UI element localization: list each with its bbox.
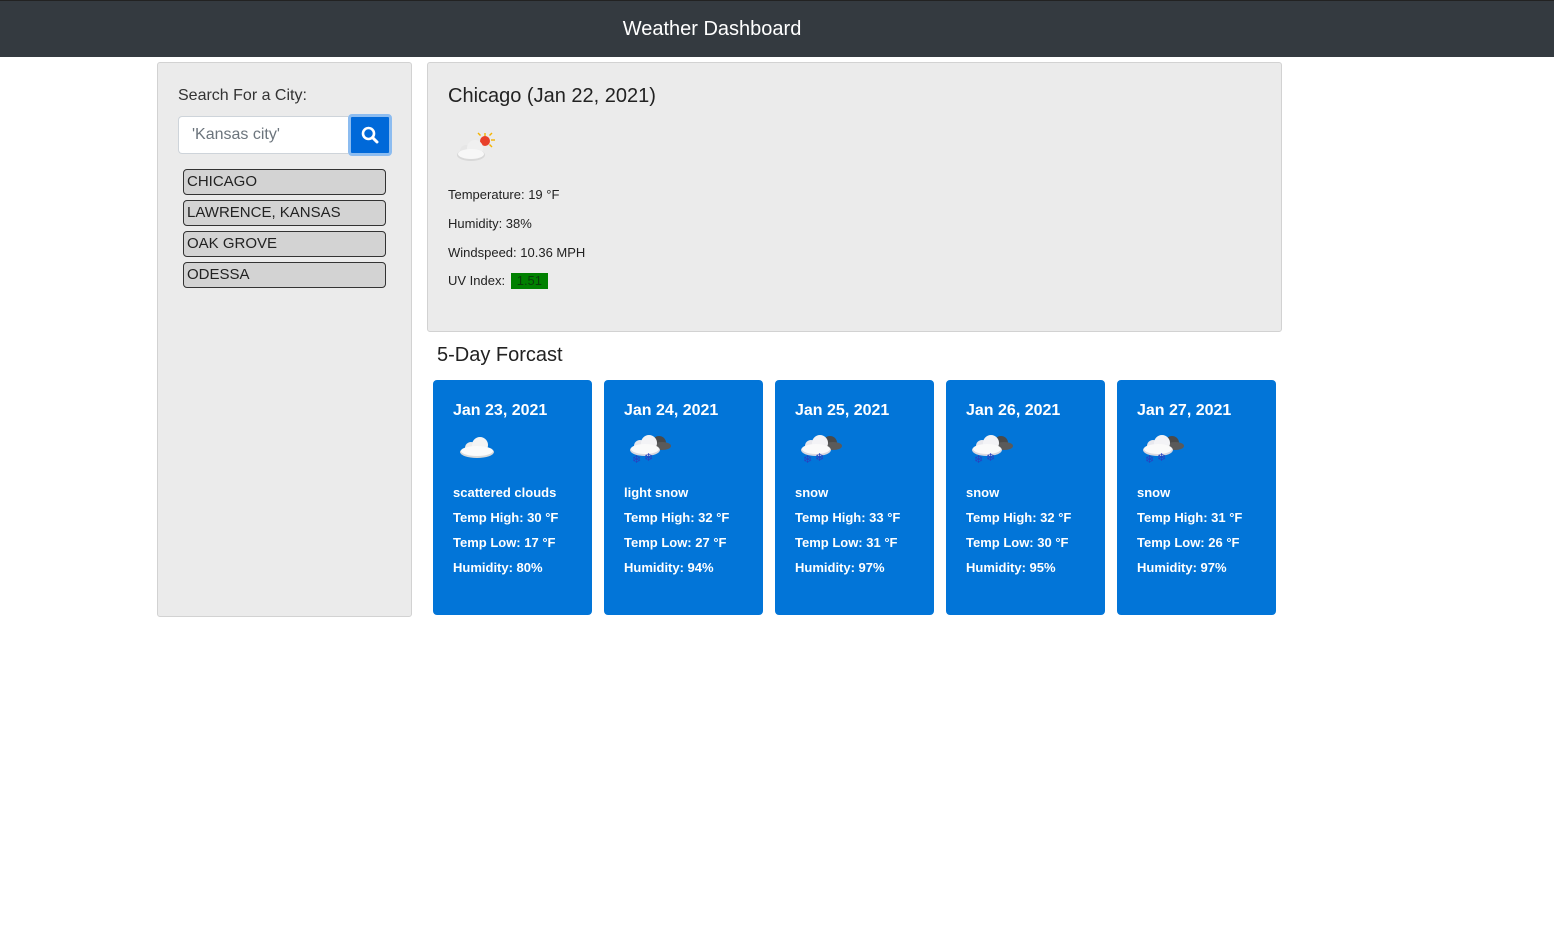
uv-label: UV Index: xyxy=(448,273,506,288)
search-icon xyxy=(361,126,379,144)
search-sidebar: Search For a City: CHICAGO LAWRENCE, KAN… xyxy=(157,62,412,617)
forecast-date: Jan 27, 2021 xyxy=(1137,402,1232,419)
forecast-description: snow xyxy=(795,485,829,500)
history-item-lawrence-kansas[interactable]: LAWRENCE, KANSAS xyxy=(183,200,386,226)
forecast-temp-low: Temp Low: 26 °F xyxy=(1137,535,1240,550)
forecast-temp-low: Temp Low: 27 °F xyxy=(624,535,727,550)
search-label: Search For a City: xyxy=(178,87,307,104)
forecast-humidity: Humidity: 95% xyxy=(966,560,1056,575)
forecast-row: Jan 23, 2021 scattered clouds Temp High:… xyxy=(433,380,1283,615)
forecast-temp-high: Temp High: 30 °F xyxy=(453,510,559,525)
navbar: Weather Dashboard xyxy=(0,0,1554,57)
snow-cloud-icon: ❄ ❄ xyxy=(1139,430,1187,471)
snow-cloud-icon: ❄ ❄ xyxy=(626,430,674,471)
forecast-description: light snow xyxy=(624,485,689,500)
forecast-description: scattered clouds xyxy=(453,485,557,500)
current-windspeed: Windspeed: 10.36 MPH xyxy=(448,245,586,260)
forecast-temp-high: Temp High: 31 °F xyxy=(1137,510,1243,525)
forecast-temp-high: Temp High: 32 °F xyxy=(966,510,1072,525)
forecast-card: Jan 25, 2021 ❄ ❄ snow Temp High: 33 °F T… xyxy=(775,380,934,615)
history-item-odessa[interactable]: ODESSA xyxy=(183,262,386,288)
svg-text:❄: ❄ xyxy=(644,451,653,464)
current-humidity: Humidity: 38% xyxy=(448,216,532,231)
current-uv: UV Index: 1.51 xyxy=(448,273,549,289)
forecast-humidity: Humidity: 97% xyxy=(795,560,885,575)
forecast-description: snow xyxy=(966,485,1000,500)
forecast-temp-high: Temp High: 32 °F xyxy=(624,510,730,525)
svg-text:❄: ❄ xyxy=(986,451,995,464)
forecast-date: Jan 23, 2021 xyxy=(453,402,548,419)
partly-cloudy-sun-icon xyxy=(453,131,497,170)
history-item-oak-grove[interactable]: OAK GROVE xyxy=(183,231,386,257)
current-temperature: Temperature: 19 °F xyxy=(448,187,560,202)
forecast-card: Jan 23, 2021 scattered clouds Temp High:… xyxy=(433,380,592,615)
svg-text:❄: ❄ xyxy=(803,453,812,466)
forecast-card: Jan 24, 2021 ❄ ❄ light snow Temp High: 3… xyxy=(604,380,763,615)
forecast-card: Jan 27, 2021 ❄ ❄ snow Temp High: 31 °F T… xyxy=(1117,380,1276,615)
svg-text:❄: ❄ xyxy=(1157,451,1166,464)
forecast-temp-low: Temp Low: 17 °F xyxy=(453,535,556,550)
forecast-date: Jan 26, 2021 xyxy=(966,402,1061,419)
forecast-card: Jan 26, 2021 ❄ ❄ snow Temp High: 32 °F T… xyxy=(946,380,1105,615)
forecast-temp-low: Temp Low: 31 °F xyxy=(795,535,898,550)
forecast-humidity: Humidity: 94% xyxy=(624,560,714,575)
snow-cloud-icon: ❄ ❄ xyxy=(968,430,1016,471)
svg-text:❄: ❄ xyxy=(815,451,824,464)
forecast-temp-high: Temp High: 33 °F xyxy=(795,510,901,525)
page-title: Weather Dashboard xyxy=(622,18,802,40)
svg-text:❄: ❄ xyxy=(632,453,641,466)
uv-badge: 1.51 xyxy=(510,273,549,289)
forecast-date: Jan 25, 2021 xyxy=(795,402,890,419)
search-button[interactable] xyxy=(348,114,392,156)
forecast-description: snow xyxy=(1137,485,1171,500)
forecast-temp-low: Temp Low: 30 °F xyxy=(966,535,1069,550)
svg-text:❄: ❄ xyxy=(1145,453,1154,466)
forecast-date: Jan 24, 2021 xyxy=(624,402,719,419)
forecast-humidity: Humidity: 97% xyxy=(1137,560,1227,575)
snow-cloud-icon: ❄ ❄ xyxy=(797,430,845,471)
current-city-title: Chicago (Jan 22, 2021) xyxy=(448,85,656,107)
current-weather-panel: Chicago (Jan 22, 2021) Temperature: 19 °… xyxy=(427,62,1282,332)
search-history: CHICAGO LAWRENCE, KANSAS OAK GROVE ODESS… xyxy=(183,169,386,293)
svg-text:❄: ❄ xyxy=(974,453,983,466)
forecast-humidity: Humidity: 80% xyxy=(453,560,543,575)
search-input[interactable] xyxy=(178,116,348,154)
history-item-chicago[interactable]: CHICAGO xyxy=(183,169,386,195)
cloud-icon xyxy=(455,430,499,469)
forecast-title: 5-Day Forcast xyxy=(437,344,563,366)
